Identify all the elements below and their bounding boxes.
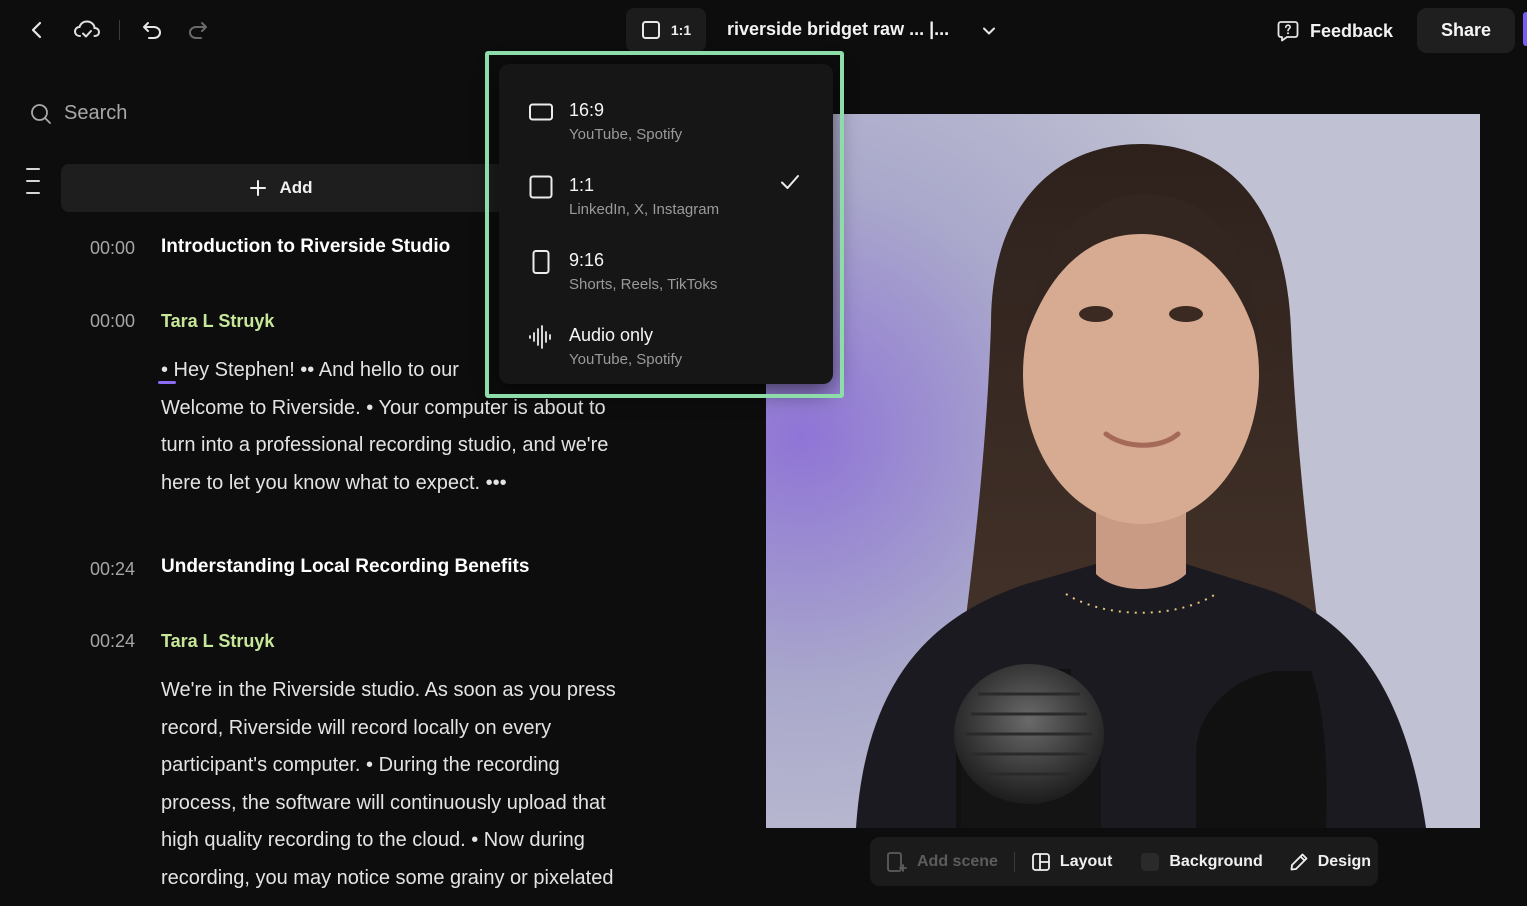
- aspect-option-1-1[interactable]: 1:1 LinkedIn, X, Instagram: [499, 149, 833, 224]
- aspect-option-platforms: Shorts, Reels, TikToks: [569, 276, 718, 293]
- transcript-line[interactable]: recording, you may notice some grainy or…: [161, 860, 681, 898]
- design-label: Design: [1317, 852, 1372, 870]
- project-title[interactable]: riverside bridget raw ... |...: [727, 19, 949, 40]
- aspect-option-platforms: YouTube, Spotify: [569, 126, 683, 143]
- search-input[interactable]: Search: [64, 102, 127, 125]
- aspect-ratio-menu: 16:9 YouTube, Spotify 1:1 LinkedIn, X, I…: [499, 64, 833, 384]
- toolbar-divider: [1013, 851, 1015, 872]
- add-button[interactable]: Add: [61, 164, 501, 212]
- share-button[interactable]: Share: [1417, 8, 1515, 53]
- speaker-video-frame: [766, 114, 1480, 828]
- chapter-title[interactable]: Understanding Local Recording Benefits: [161, 556, 529, 578]
- portrait-frame-icon: [528, 224, 554, 299]
- chapter-title[interactable]: Introduction to Riverside Studio: [161, 236, 450, 258]
- video-preview[interactable]: [766, 114, 1480, 828]
- speaker-timestamp[interactable]: 00:00: [90, 311, 135, 332]
- transcript-line[interactable]: process, the software will continuously …: [161, 785, 681, 823]
- layout-label: Layout: [1059, 852, 1113, 870]
- chevron-down-icon[interactable]: [978, 20, 1000, 42]
- undo-icon[interactable]: [139, 17, 165, 43]
- add-label: Add: [279, 178, 313, 197]
- aspect-ratio-button[interactable]: 1:1: [626, 8, 706, 52]
- chapter-timestamp[interactable]: 00:00: [90, 238, 135, 259]
- toolbar-divider: [119, 20, 120, 40]
- feedback-label: Feedback: [1310, 20, 1394, 41]
- search-icon: [31, 103, 51, 124]
- cloud-sync-icon[interactable]: [72, 16, 102, 44]
- feedback-bubble-icon: [1277, 21, 1299, 42]
- scene-toolbar: Add scene Layout Background Design: [870, 837, 1378, 886]
- background-button[interactable]: Background: [1140, 852, 1263, 872]
- feedback-button[interactable]: Feedback: [1276, 16, 1393, 46]
- transcript-line[interactable]: high quality recording to the cloud. • N…: [161, 822, 681, 860]
- transcript-line[interactable]: record, Riverside will record locally on…: [161, 710, 681, 748]
- transcript-line[interactable]: participant's computer. • During the rec…: [161, 747, 681, 785]
- speaker-name[interactable]: Tara L Struyk: [161, 631, 274, 652]
- layout-button[interactable]: Layout: [1031, 852, 1112, 872]
- plus-icon: [250, 180, 267, 196]
- aspect-ratio-label: 1:1: [670, 22, 692, 38]
- speaker-timestamp[interactable]: 00:24: [90, 631, 135, 652]
- transcript-search[interactable]: Search: [30, 102, 127, 125]
- transcript-line[interactable]: Welcome to Riverside. • Your computer is…: [161, 390, 681, 428]
- add-scene-label: Add scene: [917, 852, 998, 870]
- landscape-frame-icon: [528, 74, 554, 149]
- hamburger-menu-icon[interactable]: [25, 166, 41, 201]
- aspect-option-name: Audio only: [569, 325, 654, 345]
- layout-icon: [1032, 852, 1050, 871]
- background-label: Background: [1169, 852, 1263, 870]
- aspect-option-platforms: YouTube, Spotify: [569, 351, 683, 368]
- aspect-option-16-9[interactable]: 16:9 YouTube, Spotify: [499, 74, 833, 149]
- add-scene-icon: [887, 851, 907, 872]
- checkmark-icon: [779, 172, 801, 197]
- transcript-line[interactable]: We're in the Riverside studio. As soon a…: [161, 672, 681, 710]
- export-button-edge[interactable]: [1523, 12, 1527, 46]
- speaker-name[interactable]: Tara L Struyk: [161, 311, 274, 332]
- transcript-line[interactable]: turn into a professional recording studi…: [161, 427, 681, 465]
- square-frame-icon: [528, 149, 554, 224]
- top-bar: 1:1 riverside bridget raw ... |... Feedb…: [0, 0, 1527, 62]
- square-frame-icon: [641, 21, 660, 39]
- aspect-option-name: 9:16: [569, 250, 605, 270]
- aspect-option-name: 1:1: [569, 175, 595, 195]
- aspect-option-9-16[interactable]: 9:16 Shorts, Reels, TikToks: [499, 224, 833, 299]
- chapter-timestamp[interactable]: 00:24: [90, 559, 135, 580]
- transcript-paragraph[interactable]: We're in the Riverside studio. As soon a…: [161, 672, 681, 897]
- add-scene-button[interactable]: Add scene: [886, 851, 998, 873]
- background-swatch-icon: [1141, 852, 1160, 871]
- design-button[interactable]: Design: [1289, 852, 1371, 872]
- waveform-icon: [528, 299, 554, 374]
- transcript-line[interactable]: here to let you know what to expect. •••: [161, 465, 681, 503]
- redo-icon[interactable]: [185, 17, 211, 43]
- aspect-option-platforms: LinkedIn, X, Instagram: [569, 201, 720, 218]
- aspect-option-name: 16:9: [569, 100, 605, 120]
- aspect-option-audio-only[interactable]: Audio only YouTube, Spotify: [499, 299, 833, 374]
- pencil-icon: [1290, 853, 1308, 870]
- back-chevron-icon[interactable]: [26, 18, 48, 42]
